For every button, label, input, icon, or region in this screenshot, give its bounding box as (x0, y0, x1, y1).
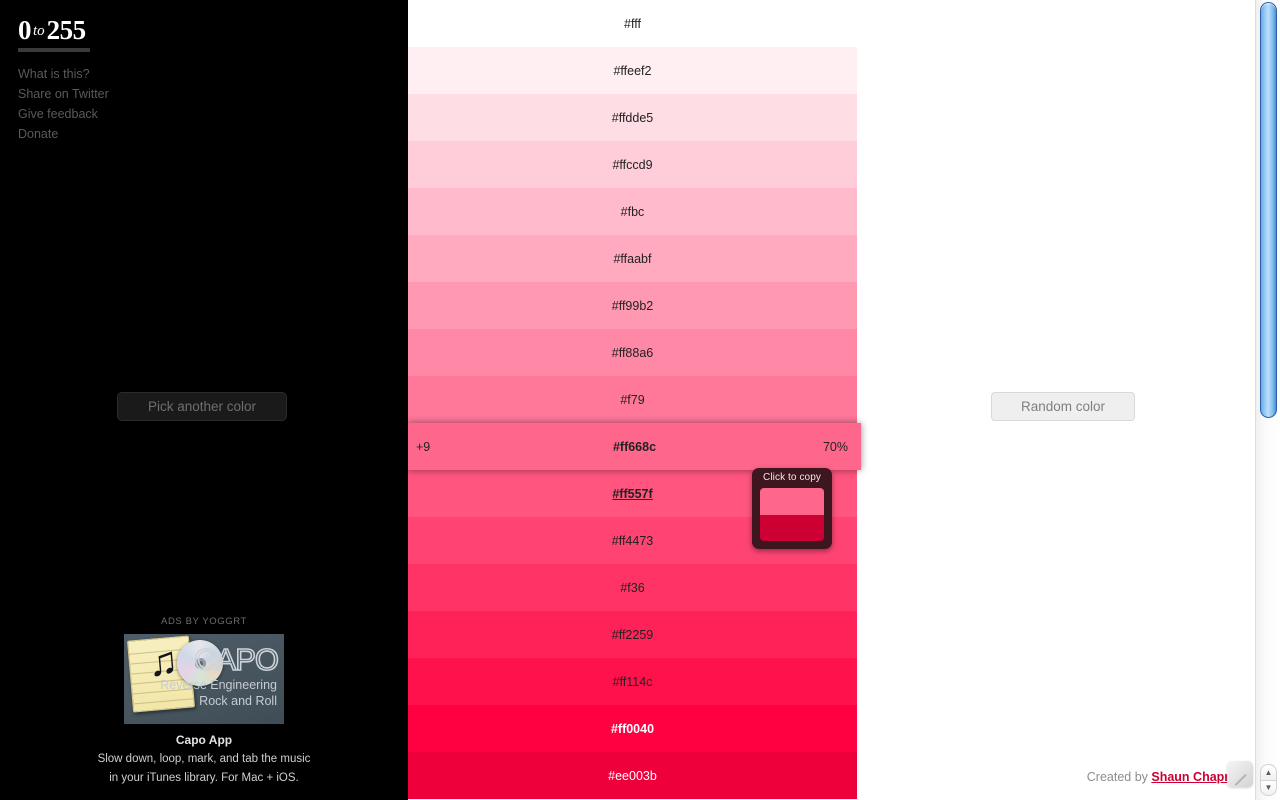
logo-divider (18, 48, 90, 52)
ad-tagline-line1: Reverse Engineering (160, 678, 277, 692)
color-swatch-row[interactable]: #f36 (408, 564, 857, 611)
logo-start: 0 (18, 15, 32, 45)
color-swatch-row[interactable]: #ff114c (408, 658, 857, 705)
color-swatch-row[interactable]: #ff2259 (408, 611, 857, 658)
swatch-hex-label: #ff2259 (611, 627, 654, 642)
credit-line: Created by Shaun Chapman (1087, 770, 1250, 784)
swatch-hex-label: #ffeef2 (613, 63, 652, 78)
ad-brand-wordmark: CAPO (193, 642, 279, 677)
swatch-hex-label: #ff4473 (611, 533, 654, 548)
tooltip-label: Click to copy (763, 472, 821, 483)
nav-item-what-is-this[interactable]: What is this? (18, 64, 268, 84)
tooltip-preview-bottom (760, 514, 824, 541)
nav-item-share-on-twitter[interactable]: Share on Twitter (18, 84, 268, 104)
scrollbar-thumb[interactable] (1260, 2, 1277, 418)
swatch-hex-label: #ee003b (608, 768, 657, 783)
random-color-button[interactable]: Random color (991, 392, 1135, 421)
swatch-hex-label: #ff557f (612, 486, 653, 501)
site-logo: 0 to255 (18, 17, 86, 44)
ad-image[interactable]: ♫ CAPO Reverse Engineering Rock and Roll (124, 634, 284, 724)
tooltip-color-preview (760, 488, 824, 541)
sidebar-nav: What is this? Share on Twitter Give feed… (18, 64, 268, 144)
color-swatch-row[interactable]: #ffeef2 (408, 47, 857, 94)
swatch-hex-label: #ffccd9 (612, 157, 653, 172)
ad-description-line1: Slow down, loop, mark, and tab the music (97, 753, 311, 765)
logo-end: 255 (46, 15, 87, 45)
swatch-hex-label: #ff114c (612, 674, 653, 689)
color-swatch-row[interactable]: #ff88a6 (408, 329, 857, 376)
sidebar: 0 to255 What is this? Share on Twitter Gi… (0, 0, 408, 800)
credit-prefix: Created by (1086, 770, 1152, 784)
tooltip-preview-top (760, 488, 824, 515)
swatch-hex-label: #fff (624, 16, 641, 31)
ad-tagline-line2: Rock and Roll (199, 694, 277, 708)
swatch-hex-label: #ff668c (612, 439, 657, 454)
ad-description-line2: in your iTunes library. For Mac + iOS. (109, 772, 299, 784)
color-swatch-row[interactable]: #ffaabf (408, 235, 857, 282)
color-swatch-row[interactable]: #f79 (408, 376, 857, 423)
swatch-hex-label: #ffdde5 (611, 110, 654, 125)
color-swatch-list: #fff #ffeef2 #ffdde5 #ffccd9 #fbc #ffaabf #ff9… (408, 0, 861, 799)
advertisement[interactable]: ADS BY YOGGRT ♫ CAPO Reverse Engineering… (0, 615, 408, 786)
ad-attribution: ADS BY YOGGRT (161, 616, 247, 627)
swatch-hex-label: #ff99b2 (611, 298, 654, 313)
swatch-hex-label: #ff0040 (610, 721, 655, 736)
nav-item-donate[interactable]: Donate (18, 124, 268, 144)
color-shades-page: 0 to255 What is this? Share on Twitter Gi… (0, 0, 1280, 800)
ad-title[interactable]: Capo App (0, 732, 408, 748)
resize-grip[interactable] (1227, 761, 1253, 787)
swatch-hex-label: #f79 (620, 392, 645, 407)
color-swatch-row[interactable]: +9 #ff668c 70% (408, 423, 861, 470)
color-swatch-row[interactable]: #ee003b (408, 752, 857, 799)
color-swatch-row[interactable]: #fff (408, 0, 857, 47)
swatch-percent-label: 70% (822, 439, 848, 454)
swatch-hex-label: #ffaabf (613, 251, 652, 266)
pick-another-color-button[interactable]: Pick another color (117, 392, 287, 421)
color-swatch-row[interactable]: #fbc (408, 188, 857, 235)
color-swatch-row[interactable]: #ff0040 (408, 705, 857, 752)
swatch-hex-label: #ff88a6 (611, 345, 654, 360)
music-note-icon: ♫ (146, 638, 180, 686)
scroll-down-arrow-icon[interactable]: ▼ (1260, 780, 1277, 796)
scroll-up-arrow-icon[interactable]: ▲ (1260, 764, 1277, 780)
scrollbar-arrows: ▲ ▼ (1260, 764, 1277, 796)
swatch-hex-label: #f36 (620, 580, 645, 595)
color-swatch-row[interactable]: #ffdde5 (408, 94, 857, 141)
click-to-copy-tooltip: Click to copy (752, 468, 832, 549)
color-swatch-row[interactable]: #ff99b2 (408, 282, 857, 329)
nav-item-give-feedback[interactable]: Give feedback (18, 104, 268, 124)
page-scrollbar[interactable]: ▲ ▼ (1255, 0, 1280, 800)
logo-middle: to (33, 23, 45, 39)
color-swatch-row[interactable]: #ffccd9 (408, 141, 857, 188)
swatch-step-delta: +9 (416, 439, 431, 454)
swatch-hex-label: #fbc (620, 204, 645, 219)
